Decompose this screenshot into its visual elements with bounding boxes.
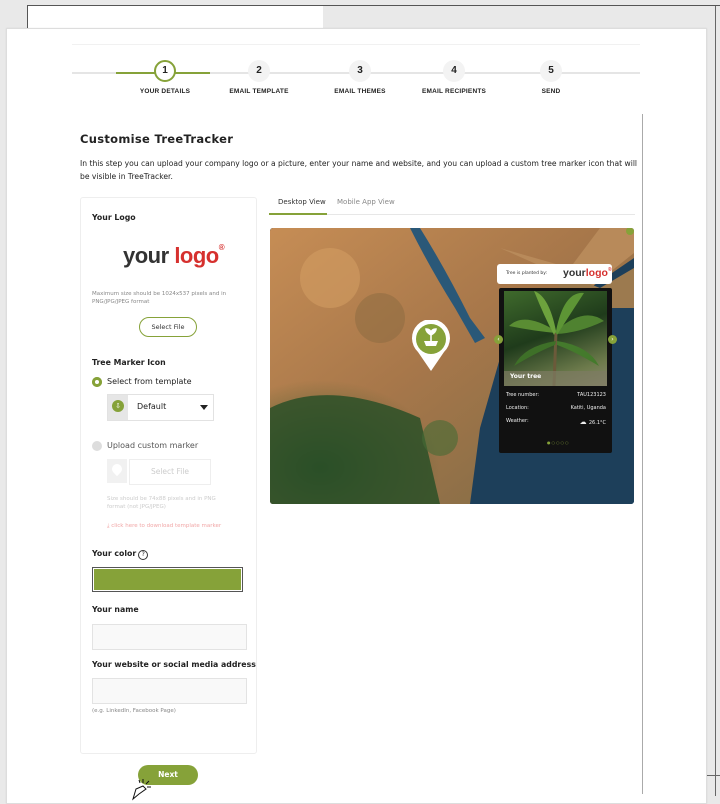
tree-marker-icon: ⇩ (112, 400, 124, 412)
website-input[interactable] (92, 678, 247, 704)
cloud-sun-icon: ☁ (579, 418, 589, 426)
tree-info-popup: Your tree Tree number: TAU123123 Locatio… (499, 288, 612, 453)
step-email-template[interactable]: 2 EMAIL TEMPLATE (214, 60, 304, 95)
website-hint: (e.g. LinkedIn, Facebook Page) (92, 708, 176, 714)
color-swatch (94, 569, 241, 590)
popup-row-tree-number: Tree number: TAU123123 (506, 392, 606, 398)
page-title: Customise TreeTracker (80, 132, 234, 146)
row-value: ☁ 26.1°C (580, 418, 606, 426)
page-intro: In this step you can upload your company… (80, 159, 638, 181)
color-section-label: Your color? (92, 549, 149, 560)
window-edge-bottom (706, 775, 720, 776)
step-your-details[interactable]: 1 YOUR DETAILS (120, 60, 210, 95)
stepper-track (72, 72, 116, 74)
logo-text: logo (174, 243, 219, 268)
active-tab-indicator (269, 213, 327, 215)
website-label: Your website or social media address (92, 660, 256, 669)
treetracker-map-preview[interactable]: Tree is planted by: yourlogo® Your tree … (270, 228, 634, 504)
custom-marker-preview (107, 459, 127, 483)
marker-size-hint: Size should be 74x88 pixels and in PNG f… (107, 496, 216, 510)
step-label: YOUR DETAILS (139, 88, 191, 95)
row-label: Tree number: (506, 392, 540, 398)
chevron-right-icon[interactable]: › (608, 335, 617, 344)
logo-size-hint: Maximum size should be 1024x537 pixels a… (92, 291, 227, 305)
template-marker-radio[interactable] (92, 377, 102, 387)
color-picker[interactable] (92, 567, 243, 592)
tab-mobile-app-view[interactable]: Mobile App View (337, 198, 395, 206)
step-number: 3 (349, 60, 371, 82)
tab-desktop-view[interactable]: Desktop View (278, 198, 326, 206)
content-divider (642, 114, 643, 794)
step-label: EMAIL THEMES (334, 88, 386, 95)
tree-photo-image (504, 291, 607, 386)
logo-section-label: Your Logo (92, 213, 136, 222)
name-label: Your name (92, 605, 139, 614)
step-label: EMAIL RECIPIENTS (421, 88, 487, 95)
row-label: Location: (506, 405, 529, 411)
chevron-left-icon[interactable]: ‹ (494, 335, 503, 344)
color-label-text: Your color (92, 549, 137, 558)
info-icon[interactable]: ? (138, 550, 149, 560)
popup-row-location: Location: Katiti, Uganda (506, 405, 606, 411)
popup-heading: Your tree (510, 373, 542, 380)
popup-logo: yourlogo® (563, 267, 612, 279)
step-send[interactable]: 5 SEND (506, 60, 596, 95)
marker-section-label: Tree Marker Icon (92, 358, 166, 367)
popup-logo-text: your (563, 267, 586, 279)
download-link-text: click here to download template marker (111, 523, 222, 529)
hand-pointer-cursor-icon (132, 779, 151, 801)
window-edge (715, 6, 716, 796)
step-number: 1 (154, 60, 176, 82)
marker-swatch: ⇩ (108, 395, 128, 420)
template-marker-option-label: Select from template (107, 377, 192, 386)
weather-value: 26.1°C (588, 420, 606, 426)
marker-template-select[interactable]: ⇩ Default (107, 394, 214, 421)
step-label: SEND (541, 88, 561, 95)
logo-trademark: ® (218, 243, 225, 252)
name-input[interactable] (92, 624, 247, 650)
step-number: 2 (248, 60, 270, 82)
stepper-top-divider (72, 44, 640, 45)
popup-logo-text: logo (585, 267, 608, 279)
row-value: Katiti, Uganda (570, 405, 606, 411)
step-number: 4 (443, 60, 465, 82)
map-pin-icon (109, 461, 125, 477)
background-window-frame (27, 5, 720, 29)
company-logo-preview: your logo® (123, 243, 225, 269)
step-email-recipients[interactable]: 4 EMAIL RECIPIENTS (409, 60, 499, 95)
tree-marker-icon[interactable] (410, 320, 452, 372)
planted-by-label: Tree is planted by: (506, 271, 548, 276)
popup-logo-trademark: ® (607, 267, 612, 273)
row-value: TAU123123 (577, 392, 606, 398)
tree-photo (504, 291, 607, 386)
popup-row-weather: Weather: ☁ 26.1°C (506, 418, 606, 426)
caret-down-icon (200, 405, 208, 410)
logo-text: your (123, 243, 169, 268)
custom-marker-radio[interactable] (92, 441, 102, 451)
carousel-dots[interactable]: ●○○○○ (547, 440, 569, 445)
marker-template-value: Default (137, 402, 167, 411)
settings-panel: Your Logo your logo® Maximum size should… (80, 197, 257, 754)
step-email-themes[interactable]: 3 EMAIL THEMES (315, 60, 405, 95)
progress-stepper: 1 YOUR DETAILS 2 EMAIL TEMPLATE 3 EMAIL … (72, 36, 640, 106)
custom-marker-option-label: Upload custom marker (107, 441, 199, 450)
step-label: EMAIL TEMPLATE (229, 88, 289, 95)
select-marker-file-button[interactable]: Select File (129, 459, 211, 485)
select-logo-file-button[interactable]: Select File (139, 317, 197, 337)
step-number: 5 (540, 60, 562, 82)
download-template-link[interactable]: ⤓ click here to download template marker (107, 523, 221, 530)
row-label: Weather: (506, 418, 529, 424)
popup-header: Tree is planted by: yourlogo® (497, 264, 612, 284)
